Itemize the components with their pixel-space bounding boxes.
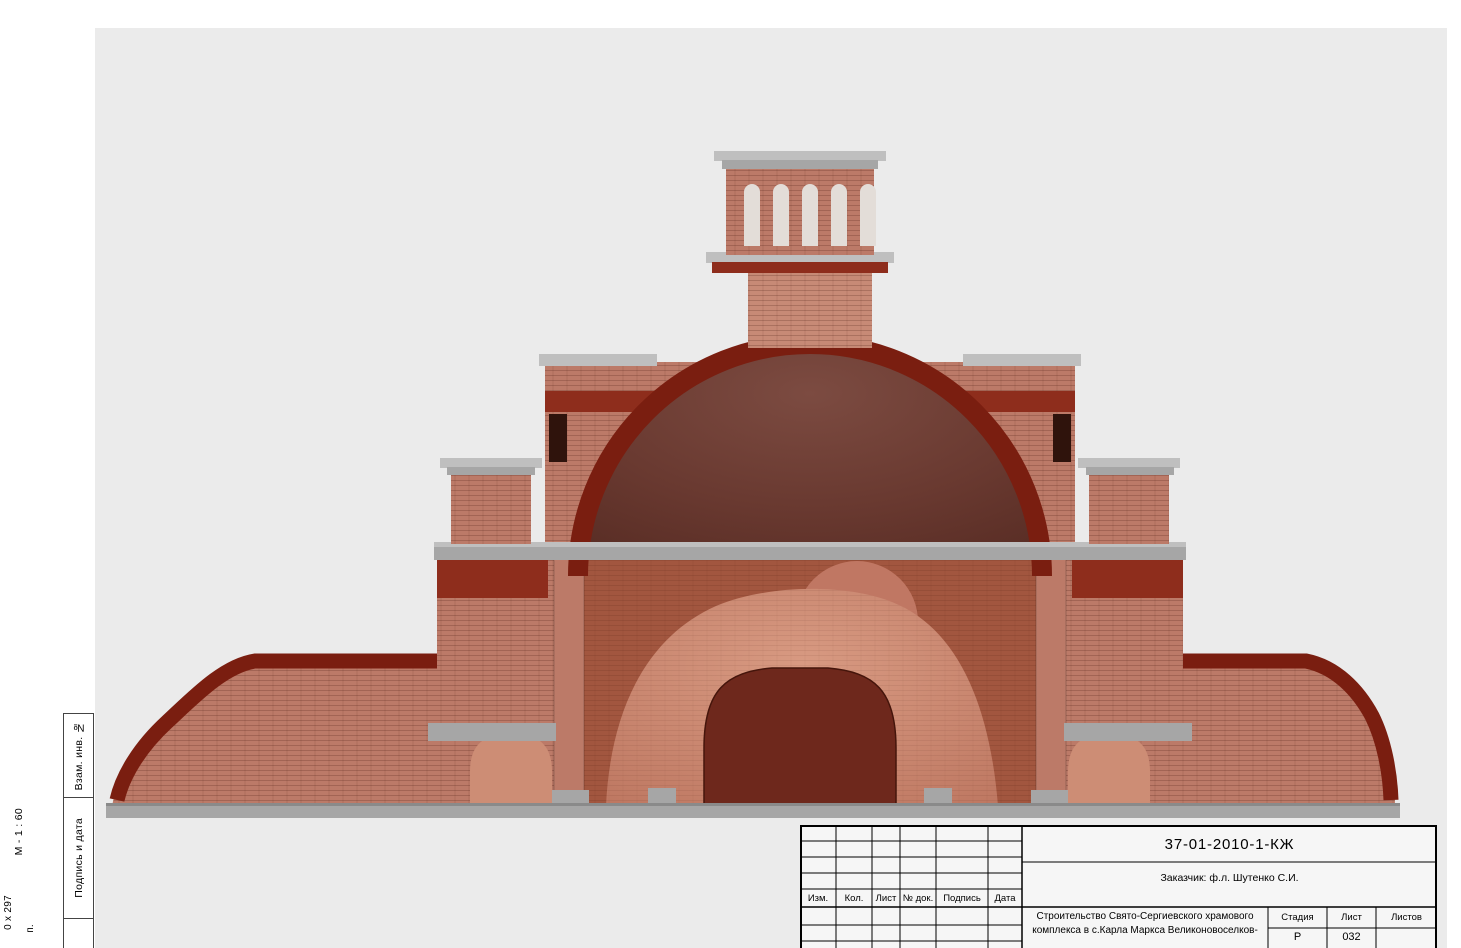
slab-band	[434, 542, 1186, 560]
margin-stamp-column: Взам. инв. № Подпись и дата	[63, 713, 94, 948]
col-header-data: Дата	[988, 889, 1022, 907]
col-header-list: Лист	[872, 889, 900, 907]
interior-section	[470, 556, 1150, 806]
col-header-izm: Изм.	[800, 889, 836, 907]
format-note: 0 x 297	[3, 895, 14, 930]
margin-box-vzam: Взам. инв. №	[64, 714, 93, 798]
col-header-ndok: № док.	[900, 889, 936, 907]
sheets-value	[1376, 928, 1437, 947]
belfry-tower	[706, 151, 894, 348]
vzam-inv-label: Взам. инв. №	[73, 721, 85, 790]
scale-note: М - 1 : 60	[13, 808, 25, 855]
page: Взам. инв. № Подпись и дата М - 1 : 60 0…	[0, 0, 1461, 948]
col-header-podpis: Подпись	[936, 889, 988, 907]
margin-box-cut	[64, 919, 93, 948]
building-section-drawing	[0, 0, 1461, 948]
foundation-strip	[106, 803, 1400, 818]
title-block: Изм. Кол. Лист № док. Подпись Дата 37-01…	[800, 825, 1437, 948]
margin-box-podpis: Подпись и дата	[64, 798, 93, 919]
sheets-label: Листов	[1376, 907, 1437, 928]
document-number: 37-01-2010-1-КЖ	[1022, 828, 1437, 860]
margin-fragment: п.	[25, 924, 36, 933]
sheet-label: Лист	[1327, 907, 1376, 928]
sheet-value: 032	[1327, 928, 1376, 947]
podpis-data-label: Подпись и дата	[73, 818, 85, 898]
project-name-line2: комплекса в с.Карла Маркса Великоновосел…	[1032, 924, 1258, 938]
stage-label: Стадия	[1268, 907, 1327, 928]
col-header-kol: Кол.	[836, 889, 872, 907]
project-name: Строительство Свято-Сергиевского храмово…	[1024, 910, 1266, 946]
project-name-line1: Строительство Свято-Сергиевского храмово…	[1036, 910, 1253, 924]
customer-line: Заказчик: ф.л. Шутенко С.И.	[1022, 865, 1437, 891]
stage-value: Р	[1268, 928, 1327, 947]
